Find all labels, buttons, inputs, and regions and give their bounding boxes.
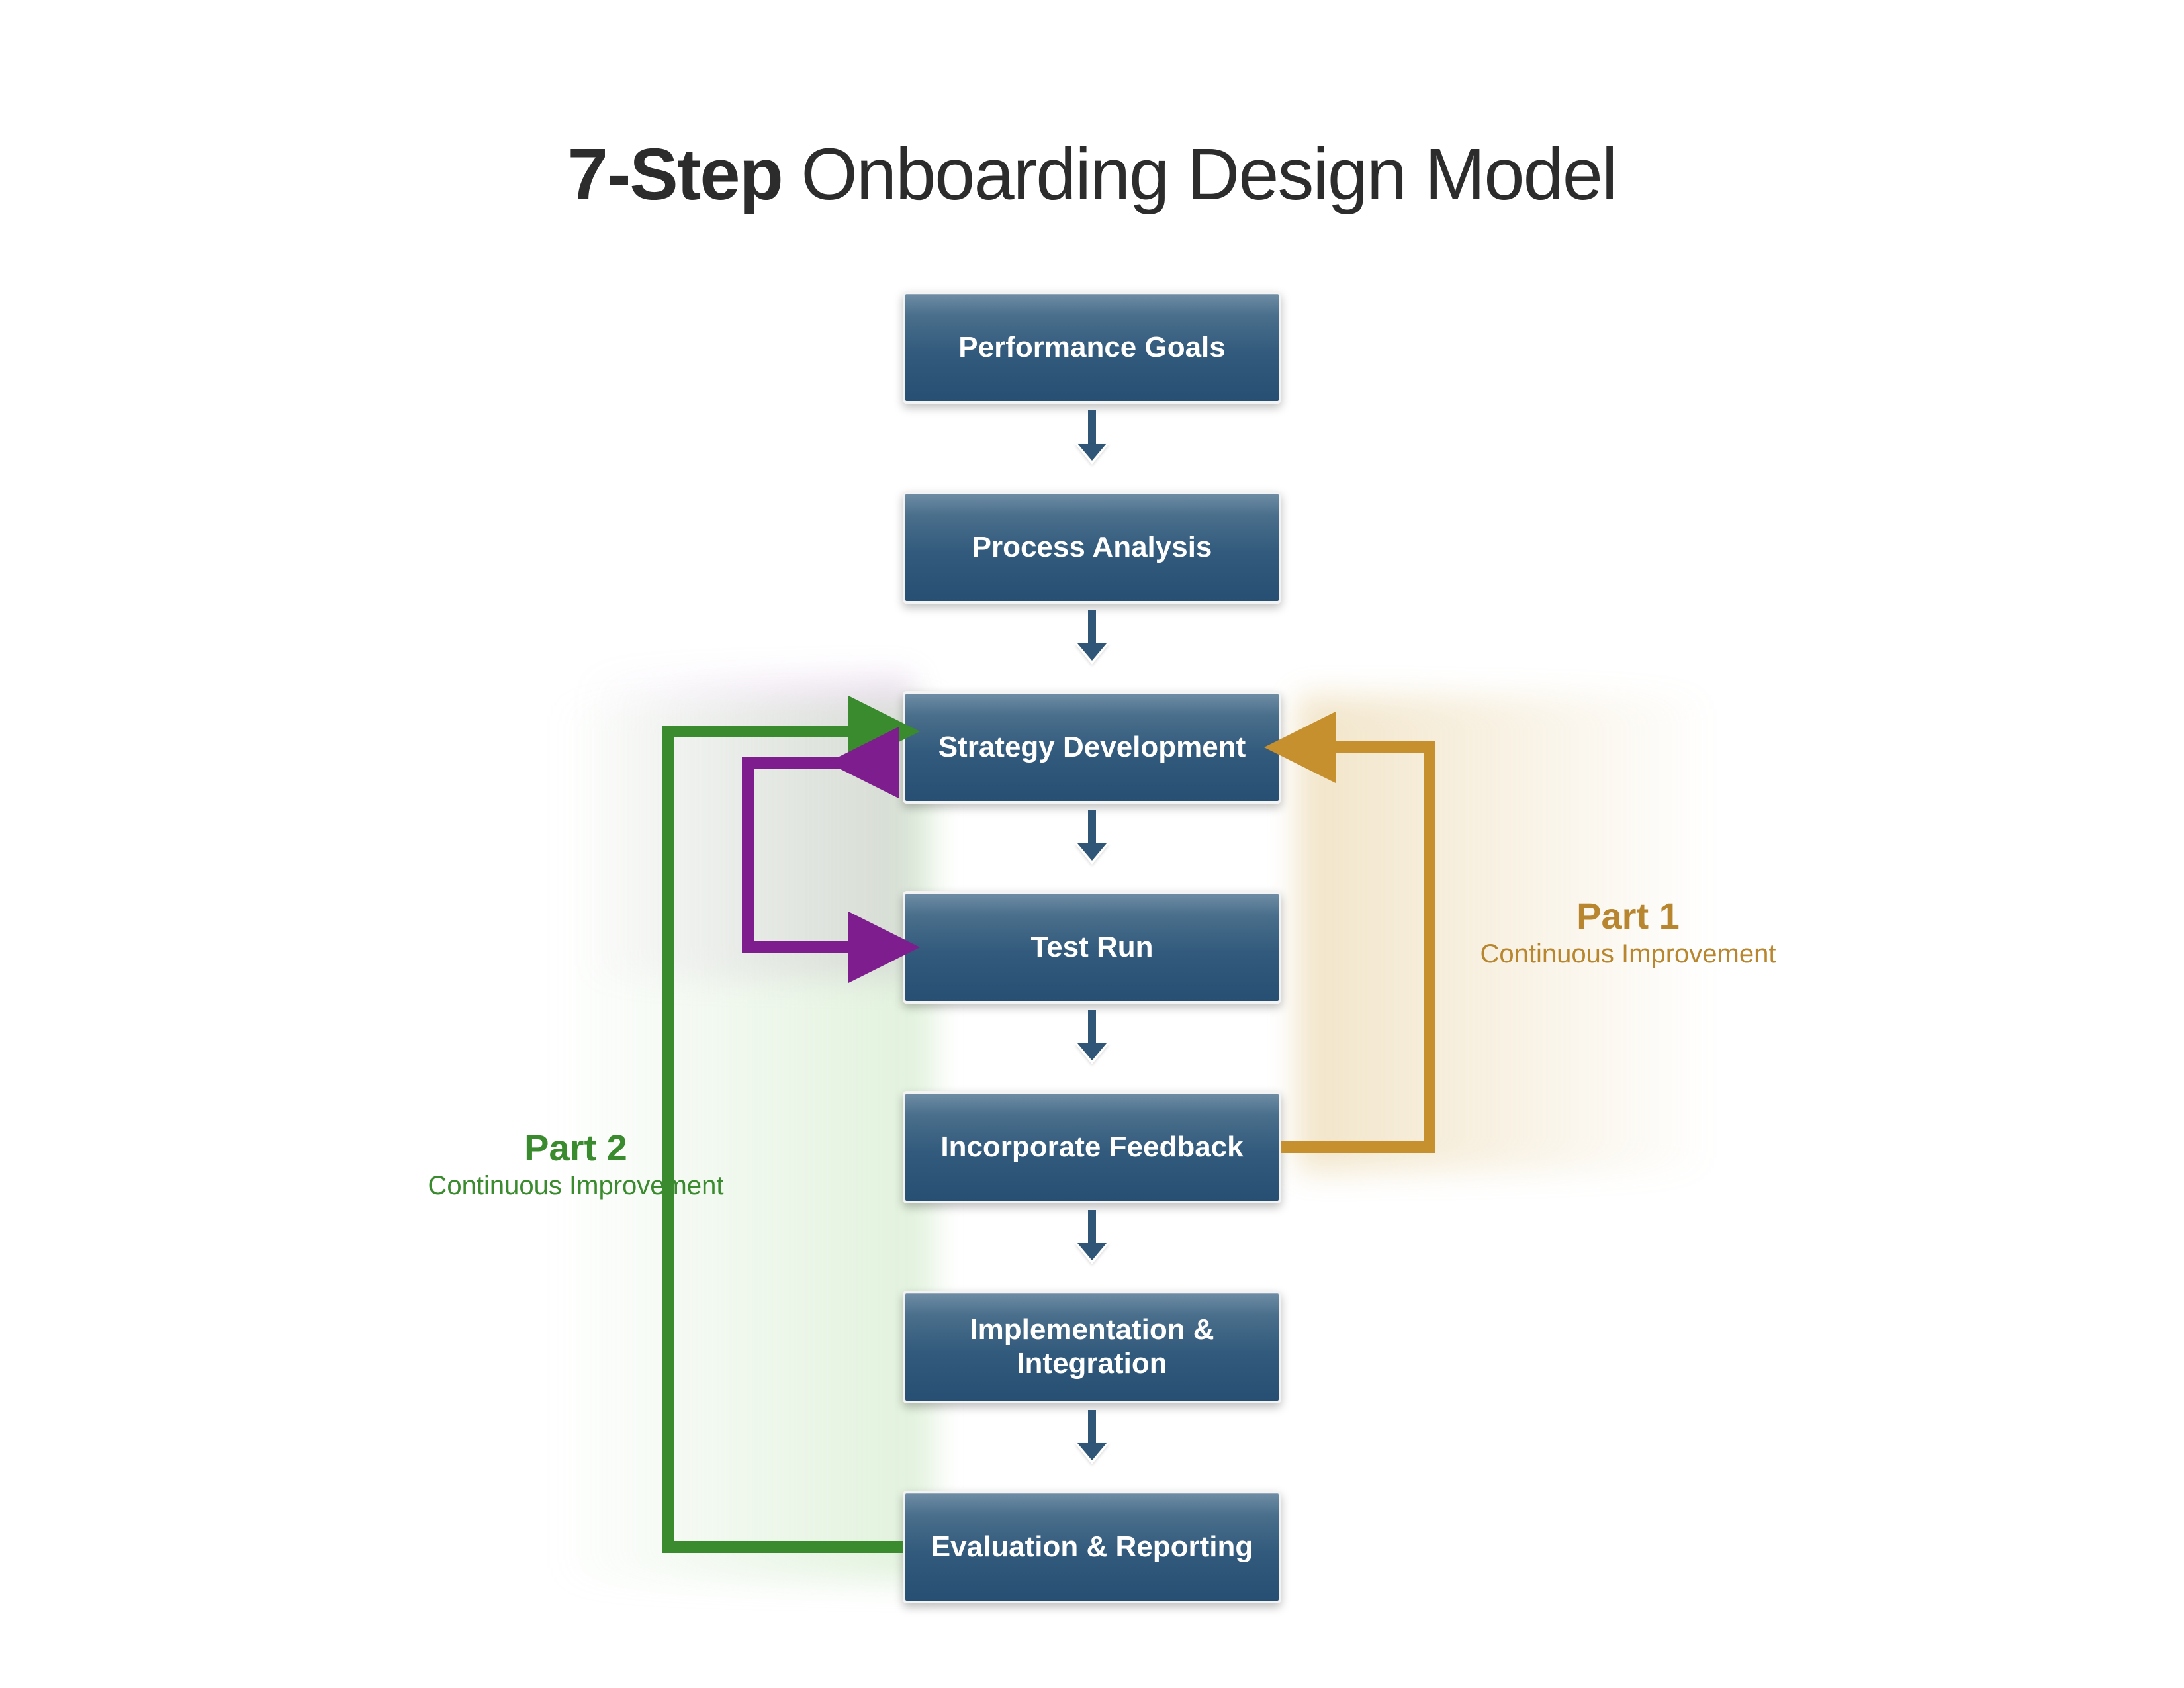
down-arrow-icon	[1075, 410, 1109, 479]
step-box-1: Performance Goals	[903, 291, 1281, 404]
loop-label-part2: Part 2 Continuous Improvement	[371, 1125, 781, 1201]
step-label: Strategy Development	[938, 731, 1246, 765]
title-rest: Onboarding Design Model	[782, 134, 1617, 215]
down-arrow-icon	[1075, 810, 1109, 879]
diagram-title: 7-Step Onboarding Design Model	[0, 132, 2184, 216]
loop-label-part1: Part 1 Continuous Improvement	[1456, 894, 1800, 970]
loop-sub: Continuous Improvement	[1456, 938, 1800, 970]
step-box-4: Test Run	[903, 891, 1281, 1004]
loop-sub: Continuous Improvement	[371, 1170, 781, 1201]
down-arrow-icon	[1075, 1010, 1109, 1079]
loop-part: Part 2	[371, 1125, 781, 1170]
diagram-canvas: 7-Step Onboarding Design Model Performan…	[0, 0, 2184, 1688]
step-label: Process Analysis	[972, 531, 1212, 565]
step-box-6: Implementation & Integration	[903, 1291, 1281, 1403]
step-box-2: Process Analysis	[903, 491, 1281, 604]
down-arrow-icon	[1075, 1210, 1109, 1279]
step-label: Implementation & Integration	[925, 1313, 1259, 1380]
title-bold: 7-Step	[568, 134, 782, 215]
down-arrow-icon	[1075, 610, 1109, 679]
down-arrow-icon	[1075, 1410, 1109, 1479]
loop-part: Part 1	[1456, 894, 1800, 938]
step-box-3: Strategy Development	[903, 691, 1281, 804]
step-box-5: Incorporate Feedback	[903, 1091, 1281, 1203]
step-label: Performance Goals	[958, 331, 1226, 365]
step-label: Evaluation & Reporting	[931, 1530, 1253, 1564]
step-box-7: Evaluation & Reporting	[903, 1491, 1281, 1603]
step-label: Test Run	[1031, 931, 1154, 964]
step-label: Incorporate Feedback	[940, 1131, 1243, 1164]
